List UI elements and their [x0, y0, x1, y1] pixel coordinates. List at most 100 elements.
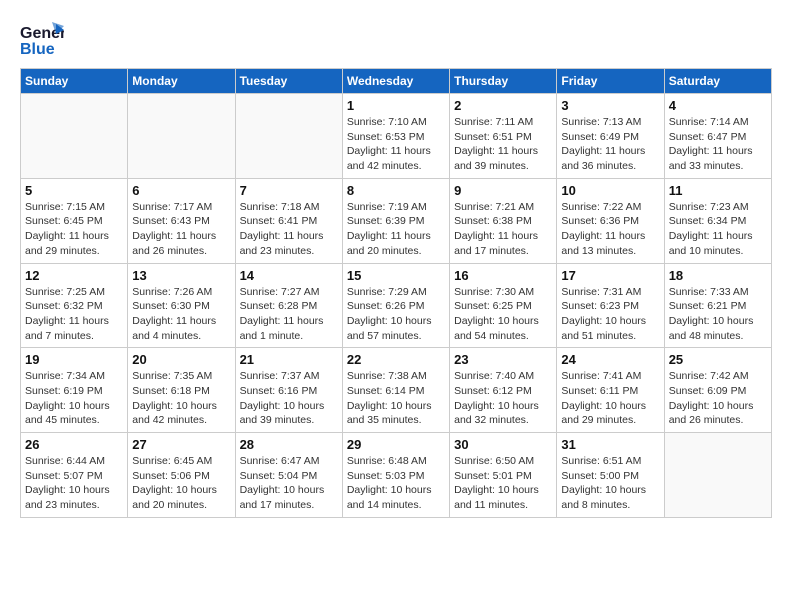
day-number: 29: [347, 437, 445, 452]
calendar-cell: 22 Sunrise: 7:38 AM Sunset: 6:14 PM Dayli…: [342, 348, 449, 433]
calendar-cell: 13 Sunrise: 7:26 AM Sunset: 6:30 PM Dayli…: [128, 263, 235, 348]
calendar-week-row: 26 Sunrise: 6:44 AM Sunset: 5:07 PM Dayli…: [21, 433, 772, 518]
calendar-week-row: 12 Sunrise: 7:25 AM Sunset: 6:32 PM Dayli…: [21, 263, 772, 348]
day-info: Sunrise: 6:47 AM Sunset: 5:04 PM Dayligh…: [240, 454, 338, 513]
day-info: Sunrise: 7:31 AM Sunset: 6:23 PM Dayligh…: [561, 285, 659, 344]
day-info: Sunrise: 7:22 AM Sunset: 6:36 PM Dayligh…: [561, 200, 659, 259]
day-info: Sunrise: 7:17 AM Sunset: 6:43 PM Dayligh…: [132, 200, 230, 259]
day-number: 18: [669, 268, 767, 283]
day-number: 10: [561, 183, 659, 198]
day-number: 3: [561, 98, 659, 113]
weekday-header: Friday: [557, 69, 664, 94]
weekday-header: Thursday: [450, 69, 557, 94]
page-header: General Blue: [20, 20, 772, 58]
day-number: 22: [347, 352, 445, 367]
day-number: 28: [240, 437, 338, 452]
day-number: 13: [132, 268, 230, 283]
day-number: 14: [240, 268, 338, 283]
calendar-cell: 23Sunrise: 7:40 AM Sunset: 6:12 PM Dayli…: [450, 348, 557, 433]
calendar-cell: 18 Sunrise: 7:33 AM Sunset: 6:21 PM Dayli…: [664, 263, 771, 348]
day-info: Sunrise: 7:29 AM Sunset: 6:26 PM Dayligh…: [347, 285, 445, 344]
day-number: 4: [669, 98, 767, 113]
weekday-header: Sunday: [21, 69, 128, 94]
day-number: 5: [25, 183, 123, 198]
calendar-cell: 9Sunrise: 7:21 AM Sunset: 6:38 PM Daylig…: [450, 178, 557, 263]
day-info: Sunrise: 7:21 AM Sunset: 6:38 PM Dayligh…: [454, 200, 552, 259]
calendar-cell: [664, 433, 771, 518]
day-number: 31: [561, 437, 659, 452]
calendar-cell: 4 Sunrise: 7:14 AM Sunset: 6:47 PM Daylig…: [664, 94, 771, 179]
day-number: 27: [132, 437, 230, 452]
day-number: 17: [561, 268, 659, 283]
day-info: Sunrise: 7:35 AM Sunset: 6:18 PM Dayligh…: [132, 369, 230, 428]
calendar-cell: [235, 94, 342, 179]
day-number: 16: [454, 268, 552, 283]
day-info: Sunrise: 7:30 AM Sunset: 6:25 PM Dayligh…: [454, 285, 552, 344]
svg-text:Blue: Blue: [20, 41, 55, 58]
calendar-cell: 17 Sunrise: 7:31 AM Sunset: 6:23 PM Dayli…: [557, 263, 664, 348]
calendar-cell: [21, 94, 128, 179]
day-info: Sunrise: 6:45 AM Sunset: 5:06 PM Dayligh…: [132, 454, 230, 513]
calendar-cell: 29 Sunrise: 6:48 AM Sunset: 5:03 PM Dayli…: [342, 433, 449, 518]
weekday-header-row: SundayMondayTuesdayWednesdayThursdayFrid…: [21, 69, 772, 94]
day-number: 1: [347, 98, 445, 113]
calendar-cell: 7Sunrise: 7:18 AM Sunset: 6:41 PM Daylig…: [235, 178, 342, 263]
day-info: Sunrise: 7:27 AM Sunset: 6:28 PM Dayligh…: [240, 285, 338, 344]
calendar-week-row: 19Sunrise: 7:34 AM Sunset: 6:19 PM Dayli…: [21, 348, 772, 433]
day-info: Sunrise: 7:26 AM Sunset: 6:30 PM Dayligh…: [132, 285, 230, 344]
day-info: Sunrise: 6:44 AM Sunset: 5:07 PM Dayligh…: [25, 454, 123, 513]
day-number: 15: [347, 268, 445, 283]
calendar-cell: 31 Sunrise: 6:51 AM Sunset: 5:00 PM Dayli…: [557, 433, 664, 518]
calendar-cell: 16 Sunrise: 7:30 AM Sunset: 6:25 PM Dayli…: [450, 263, 557, 348]
day-info: Sunrise: 7:37 AM Sunset: 6:16 PM Dayligh…: [240, 369, 338, 428]
day-number: 2: [454, 98, 552, 113]
day-info: Sunrise: 7:38 AM Sunset: 6:14 PM Dayligh…: [347, 369, 445, 428]
day-info: Sunrise: 7:19 AM Sunset: 6:39 PM Dayligh…: [347, 200, 445, 259]
day-info: Sunrise: 7:25 AM Sunset: 6:32 PM Dayligh…: [25, 285, 123, 344]
day-info: Sunrise: 7:15 AM Sunset: 6:45 PM Dayligh…: [25, 200, 123, 259]
calendar-cell: 19Sunrise: 7:34 AM Sunset: 6:19 PM Dayli…: [21, 348, 128, 433]
day-info: Sunrise: 7:33 AM Sunset: 6:21 PM Dayligh…: [669, 285, 767, 344]
weekday-header: Saturday: [664, 69, 771, 94]
calendar-cell: 5 Sunrise: 7:15 AM Sunset: 6:45 PM Daylig…: [21, 178, 128, 263]
day-info: Sunrise: 6:51 AM Sunset: 5:00 PM Dayligh…: [561, 454, 659, 513]
day-number: 6: [132, 183, 230, 198]
day-number: 25: [669, 352, 767, 367]
calendar-cell: 27 Sunrise: 6:45 AM Sunset: 5:06 PM Dayli…: [128, 433, 235, 518]
calendar-table: SundayMondayTuesdayWednesdayThursdayFrid…: [20, 68, 772, 518]
calendar-cell: 21 Sunrise: 7:37 AM Sunset: 6:16 PM Dayli…: [235, 348, 342, 433]
day-number: 21: [240, 352, 338, 367]
weekday-header: Wednesday: [342, 69, 449, 94]
weekday-header: Tuesday: [235, 69, 342, 94]
day-number: 30: [454, 437, 552, 452]
day-number: 26: [25, 437, 123, 452]
day-info: Sunrise: 7:18 AM Sunset: 6:41 PM Dayligh…: [240, 200, 338, 259]
calendar-cell: 28 Sunrise: 6:47 AM Sunset: 5:04 PM Dayli…: [235, 433, 342, 518]
day-info: Sunrise: 7:23 AM Sunset: 6:34 PM Dayligh…: [669, 200, 767, 259]
calendar-cell: 3 Sunrise: 7:13 AM Sunset: 6:49 PM Daylig…: [557, 94, 664, 179]
day-number: 12: [25, 268, 123, 283]
calendar-cell: 12 Sunrise: 7:25 AM Sunset: 6:32 PM Dayli…: [21, 263, 128, 348]
day-number: 20: [132, 352, 230, 367]
day-number: 8: [347, 183, 445, 198]
logo: General Blue: [20, 20, 64, 58]
day-number: 24: [561, 352, 659, 367]
day-info: Sunrise: 7:13 AM Sunset: 6:49 PM Dayligh…: [561, 115, 659, 174]
weekday-header: Monday: [128, 69, 235, 94]
day-number: 19: [25, 352, 123, 367]
calendar-cell: 2 Sunrise: 7:11 AM Sunset: 6:51 PM Daylig…: [450, 94, 557, 179]
day-info: Sunrise: 6:48 AM Sunset: 5:03 PM Dayligh…: [347, 454, 445, 513]
day-info: Sunrise: 7:11 AM Sunset: 6:51 PM Dayligh…: [454, 115, 552, 174]
calendar-cell: 25Sunrise: 7:42 AM Sunset: 6:09 PM Dayli…: [664, 348, 771, 433]
calendar-cell: 6 Sunrise: 7:17 AM Sunset: 6:43 PM Daylig…: [128, 178, 235, 263]
calendar-cell: 30Sunrise: 6:50 AM Sunset: 5:01 PM Dayli…: [450, 433, 557, 518]
day-info: Sunrise: 7:40 AM Sunset: 6:12 PM Dayligh…: [454, 369, 552, 428]
calendar-cell: 24 Sunrise: 7:41 AM Sunset: 6:11 PM Dayli…: [557, 348, 664, 433]
calendar-cell: 15 Sunrise: 7:29 AM Sunset: 6:26 PM Dayli…: [342, 263, 449, 348]
calendar-week-row: 5 Sunrise: 7:15 AM Sunset: 6:45 PM Daylig…: [21, 178, 772, 263]
day-info: Sunrise: 7:41 AM Sunset: 6:11 PM Dayligh…: [561, 369, 659, 428]
calendar-week-row: 1 Sunrise: 7:10 AM Sunset: 6:53 PM Daylig…: [21, 94, 772, 179]
day-info: Sunrise: 7:14 AM Sunset: 6:47 PM Dayligh…: [669, 115, 767, 174]
day-info: Sunrise: 7:10 AM Sunset: 6:53 PM Dayligh…: [347, 115, 445, 174]
calendar-cell: 14 Sunrise: 7:27 AM Sunset: 6:28 PM Dayli…: [235, 263, 342, 348]
